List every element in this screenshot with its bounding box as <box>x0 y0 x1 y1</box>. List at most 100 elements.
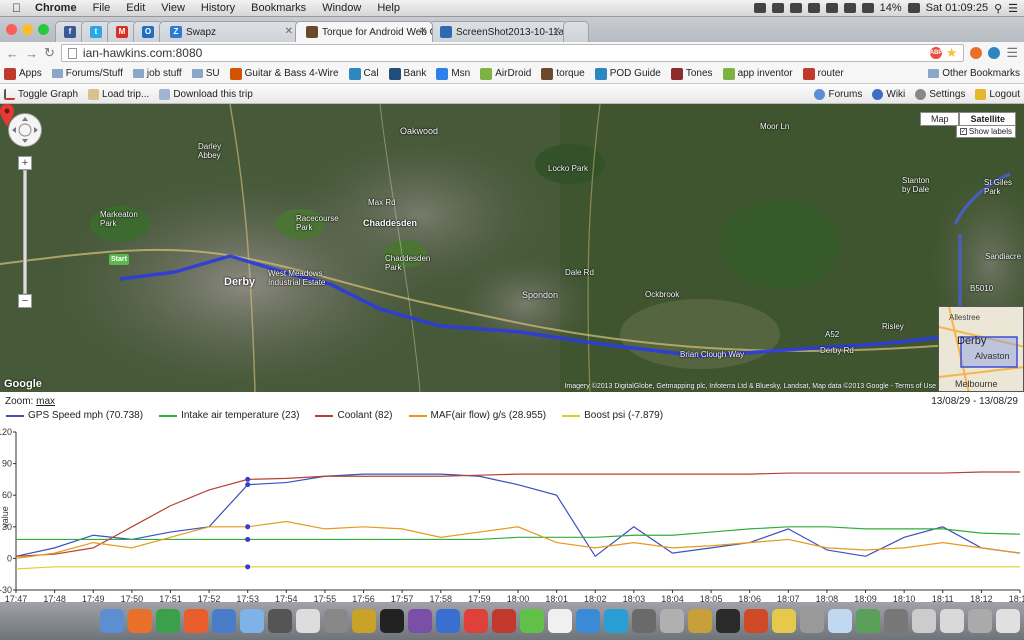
dock-app-icon[interactable] <box>856 609 880 633</box>
bookmark-item[interactable]: Cal <box>348 67 379 80</box>
menu-view[interactable]: View <box>153 2 193 14</box>
volume-icon[interactable] <box>825 3 838 13</box>
zoom-out-button[interactable]: − <box>18 294 32 308</box>
zoom-in-button[interactable]: + <box>18 156 32 170</box>
menu-file[interactable]: File <box>85 2 119 14</box>
wiki-link[interactable]: Wiki <box>872 88 905 100</box>
close-window-button[interactable] <box>6 24 17 35</box>
bookmark-item[interactable]: AirDroid <box>480 67 531 80</box>
dock-app-icon[interactable] <box>744 609 768 633</box>
browser-tab[interactable]: Z Swapz ✕ <box>159 21 299 42</box>
dock-app-icon[interactable] <box>296 609 320 633</box>
new-tab-button[interactable] <box>563 21 589 42</box>
bookmark-item[interactable]: app inventor <box>722 67 793 80</box>
dock-app-icon[interactable] <box>828 609 852 633</box>
load-trip-button[interactable]: Load trip... <box>88 88 149 100</box>
close-tab-icon[interactable]: ✕ <box>285 26 293 37</box>
apple-menu-icon[interactable]:  <box>0 1 27 15</box>
status-icon[interactable] <box>789 3 802 13</box>
chrome-menu-icon[interactable]: ☰ <box>1006 45 1018 61</box>
hover-point[interactable] <box>245 476 251 482</box>
bookmark-item[interactable]: job stuff <box>132 68 182 79</box>
dock-app-icon[interactable] <box>996 609 1020 633</box>
bookmark-item[interactable]: Guitar & Bass 4-Wire <box>229 67 339 80</box>
close-tab-icon[interactable]: ✕ <box>553 26 561 37</box>
series-line[interactable] <box>15 566 1020 570</box>
legend-item[interactable]: GPS Speed mph (70.738) <box>6 410 143 421</box>
sensor-chart[interactable]: 1209060300-30value17:4717:4817:4917:5017… <box>0 422 1024 602</box>
dock-app-icon[interactable] <box>100 609 124 633</box>
menubar-clock[interactable]: Sat 01:09:25 <box>926 2 988 14</box>
map-type-satellite-button[interactable]: Satellite <box>959 112 1016 126</box>
dock-app-icon[interactable] <box>716 609 740 633</box>
adblock-icon[interactable]: ABP <box>929 47 942 59</box>
bookmark-item[interactable]: torque <box>541 67 585 80</box>
dock-app-icon[interactable] <box>352 609 376 633</box>
menu-window[interactable]: Window <box>314 2 369 14</box>
dock-app-icon[interactable] <box>576 609 600 633</box>
address-bar[interactable]: ian-hawkins.com:8080 ABP ★ <box>60 44 965 62</box>
forums-link[interactable]: Forums <box>814 88 862 100</box>
menu-help[interactable]: Help <box>369 2 408 14</box>
bookmark-star-icon[interactable]: ★ <box>946 45 958 61</box>
series-line[interactable] <box>15 473 1021 558</box>
browser-tab[interactable]: Torque for Android Web G ✕ <box>295 21 433 42</box>
google-logo[interactable]: Google <box>4 378 42 390</box>
dock-app-icon[interactable] <box>436 609 460 633</box>
satellite-map[interactable]: Derby Chaddesden Oakwood Spondon Ockbroo… <box>0 104 1024 392</box>
dock-app-icon[interactable] <box>912 609 936 633</box>
dock-app-icon[interactable] <box>548 609 572 633</box>
bookmark-item[interactable]: SU <box>191 68 220 79</box>
time-machine-icon[interactable] <box>807 3 820 13</box>
zoom-max-link[interactable]: max <box>36 396 55 407</box>
legend-item[interactable]: Boost psi (-7.879) <box>562 410 663 421</box>
settings-link[interactable]: Settings <box>915 88 965 100</box>
dock-app-icon[interactable] <box>632 609 656 633</box>
dock-app-icon[interactable] <box>464 609 488 633</box>
browser-tab[interactable]: ScreenShot2013-10-11at ✕ <box>429 21 567 42</box>
dock-app-icon[interactable] <box>940 609 964 633</box>
dock-app-icon[interactable] <box>520 609 544 633</box>
spotlight-search-icon[interactable]: ⚲ <box>994 2 1002 15</box>
hover-point[interactable] <box>245 536 251 542</box>
bookmark-item[interactable]: Apps <box>4 67 42 80</box>
start-marker[interactable]: Start <box>109 254 129 265</box>
legend-item[interactable]: Coolant (82) <box>315 410 393 421</box>
dock-app-icon[interactable] <box>968 609 992 633</box>
dock-app-icon[interactable] <box>380 609 404 633</box>
menu-bookmarks[interactable]: Bookmarks <box>243 2 314 14</box>
toggle-graph-button[interactable]: Toggle Graph <box>4 88 78 100</box>
overview-map[interactable]: Allestree Derby Alvaston Melbourne <box>938 306 1024 392</box>
bookmark-item[interactable]: Bank <box>388 67 426 80</box>
bookmark-item[interactable]: Forums/Stuff <box>51 68 123 79</box>
legend-item[interactable]: Intake air temperature (23) <box>159 410 299 421</box>
other-bookmarks[interactable]: Other Bookmarks <box>928 68 1020 79</box>
show-labels-checkbox[interactable]: ✓ Show labels <box>955 125 1016 138</box>
battery-icon[interactable] <box>907 3 920 13</box>
wifi-icon[interactable] <box>861 3 874 13</box>
map-type-map-button[interactable]: Map <box>919 112 960 126</box>
notification-center-icon[interactable]: ☰ <box>1008 2 1018 15</box>
dock-app-icon[interactable] <box>772 609 796 633</box>
bookmark-item[interactable]: POD Guide <box>594 67 661 80</box>
dock-app-icon[interactable] <box>492 609 516 633</box>
dock-app-icon[interactable] <box>268 609 292 633</box>
dock-app-icon[interactable] <box>128 609 152 633</box>
dock-app-icon[interactable] <box>884 609 908 633</box>
hover-point[interactable] <box>245 564 251 570</box>
dock-app-icon[interactable] <box>156 609 180 633</box>
menu-history[interactable]: History <box>193 2 243 14</box>
dock-app-icon[interactable] <box>324 609 348 633</box>
app-menu-chrome[interactable]: Chrome <box>27 2 85 14</box>
extension-icon[interactable] <box>970 47 983 59</box>
download-trip-button[interactable]: Download this trip <box>159 88 253 100</box>
dock-app-icon[interactable] <box>408 609 432 633</box>
minimize-window-button[interactable] <box>22 24 33 35</box>
dock-app-icon[interactable] <box>688 609 712 633</box>
menu-edit[interactable]: Edit <box>118 2 153 14</box>
map-pin-icon[interactable] <box>0 104 14 126</box>
dock-app-icon[interactable] <box>184 609 208 633</box>
bookmark-item[interactable]: Msn <box>436 67 470 80</box>
dock-app-icon[interactable] <box>660 609 684 633</box>
hover-point[interactable] <box>245 482 251 488</box>
